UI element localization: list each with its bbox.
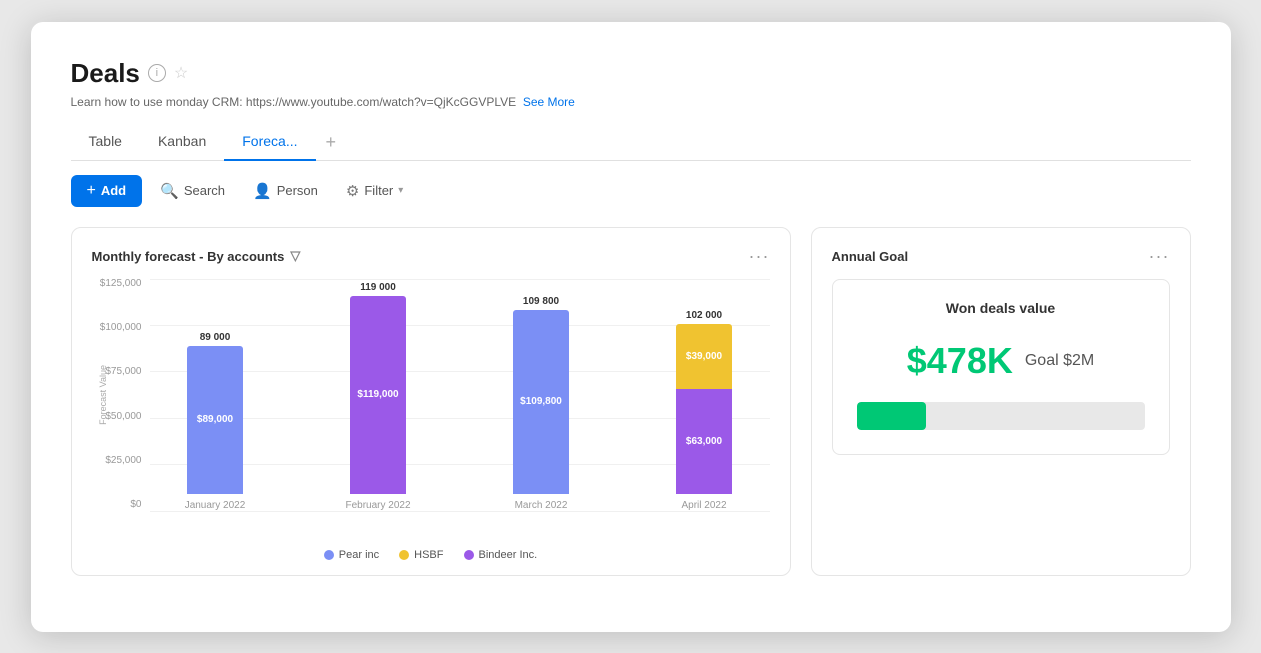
- grid-line: [150, 511, 770, 512]
- bar-chart: $125,000 $100,000 $75,000 $50,000 $25,00…: [92, 279, 770, 539]
- bar-x-label: February 2022: [345, 500, 410, 511]
- bar-segment: $119,000: [350, 296, 406, 494]
- bar-segment: $109,800: [513, 310, 569, 494]
- title-row: Deals i ☆: [71, 58, 1191, 89]
- bar-total-february: 119 000: [360, 282, 396, 293]
- person-button[interactable]: 👤 Person: [243, 176, 328, 206]
- subtitle: Learn how to use monday CRM: https://www…: [71, 95, 1191, 109]
- main-window: Deals i ☆ Learn how to use monday CRM: h…: [31, 22, 1231, 632]
- y-label: $50,000: [105, 412, 141, 422]
- tab-forecast[interactable]: Foreca...: [224, 125, 315, 161]
- bar-stack-february: $119,000: [350, 296, 406, 494]
- bar-x-label: January 2022: [185, 500, 246, 511]
- plus-icon: +: [87, 182, 96, 200]
- search-button[interactable]: 🔍 Search: [150, 176, 235, 206]
- legend-label: Bindeer Inc.: [479, 549, 538, 561]
- toolbar: + Add 🔍 Search 👤 Person ⚙ Filter ▾: [71, 175, 1191, 207]
- filter-icon: ⚙: [346, 182, 359, 200]
- tab-table[interactable]: Table: [71, 125, 140, 161]
- legend-dot: [464, 550, 474, 560]
- chart-title: Monthly forecast - By accounts ▽: [92, 248, 301, 264]
- goal-inner: Won deals value $478K Goal $2M: [832, 279, 1170, 455]
- bar-total-march: 109 800: [523, 296, 559, 307]
- page-title: Deals: [71, 58, 140, 89]
- bar-chart-container: $125,000 $100,000 $75,000 $50,000 $25,00…: [92, 279, 770, 561]
- content-area: Monthly forecast - By accounts ▽ ···: [71, 227, 1191, 576]
- goal-target: Goal $2M: [1025, 352, 1094, 370]
- goal-value: $478K: [907, 340, 1013, 382]
- legend-dot: [399, 550, 409, 560]
- legend-label: HSBF: [414, 549, 443, 561]
- goal-card-header: Annual Goal ···: [832, 246, 1170, 267]
- chevron-down-icon: ▾: [398, 185, 403, 196]
- chart-card-header: Monthly forecast - By accounts ▽ ···: [92, 246, 770, 267]
- goal-card-menu-button[interactable]: ···: [1149, 246, 1170, 267]
- chart-card: Monthly forecast - By accounts ▽ ···: [71, 227, 791, 576]
- filter-button[interactable]: ⚙ Filter ▾: [336, 176, 413, 206]
- tab-add-button[interactable]: +: [316, 125, 347, 161]
- see-more-link[interactable]: See More: [523, 95, 575, 109]
- bar-segment-bindeer: $63,000: [676, 389, 732, 494]
- bar-total-january: 89 000: [200, 332, 231, 343]
- search-icon: 🔍: [160, 182, 179, 200]
- bar-total-april: 102 000: [686, 310, 722, 321]
- y-label: $75,000: [105, 367, 141, 377]
- filter-chart-icon[interactable]: ▽: [290, 248, 300, 264]
- bar-group-february: 119 000 $119,000 February 2022: [313, 279, 444, 511]
- person-icon: 👤: [253, 182, 272, 200]
- goal-bar-fill: [857, 402, 926, 430]
- star-icon[interactable]: ☆: [174, 63, 188, 83]
- chart-menu-button[interactable]: ···: [749, 246, 770, 267]
- bar-stack-april: $39,000 $63,000: [676, 324, 732, 494]
- tabs-bar: Table Kanban Foreca... +: [71, 125, 1191, 161]
- tab-kanban[interactable]: Kanban: [140, 125, 224, 161]
- bar-stack-january: $89,000: [187, 346, 243, 494]
- y-axis-title: Forecast Value: [98, 365, 108, 425]
- bar-x-label: March 2022: [515, 500, 568, 511]
- bar-segment: $89,000: [187, 346, 243, 494]
- y-label: $0: [130, 500, 141, 510]
- goal-value-row: $478K Goal $2M: [907, 340, 1094, 382]
- y-label: $25,000: [105, 456, 141, 466]
- goal-inner-title: Won deals value: [946, 300, 1055, 316]
- legend-item-bindeer: Bindeer Inc.: [464, 549, 538, 561]
- legend-label: Pear inc: [339, 549, 379, 561]
- legend-item-pear: Pear inc: [324, 549, 379, 561]
- bar-segment-hsbf: $39,000: [676, 324, 732, 389]
- legend-item-hsbf: HSBF: [399, 549, 443, 561]
- goal-bar-track: [857, 402, 1145, 430]
- bar-group-march: 109 800 $109,800 March 2022: [476, 279, 607, 511]
- bar-stack-march: $109,800: [513, 310, 569, 494]
- goal-card-title: Annual Goal: [832, 249, 909, 264]
- info-icon[interactable]: i: [148, 64, 166, 82]
- add-button[interactable]: + Add: [71, 175, 143, 207]
- goal-card: Annual Goal ··· Won deals value $478K Go…: [811, 227, 1191, 576]
- chart-legend: Pear inc HSBF Bindeer Inc.: [92, 549, 770, 561]
- bar-x-label: April 2022: [681, 500, 726, 511]
- bar-group-january: 89 000 $89,000 January 2022: [150, 279, 281, 511]
- bar-group-april: 102 000 $39,000 $63,000 April 2022: [639, 279, 770, 511]
- legend-dot: [324, 550, 334, 560]
- y-axis-title-container: Forecast Value: [98, 279, 108, 511]
- bars-area: 89 000 $89,000 January 2022 119 000 $119…: [150, 279, 770, 511]
